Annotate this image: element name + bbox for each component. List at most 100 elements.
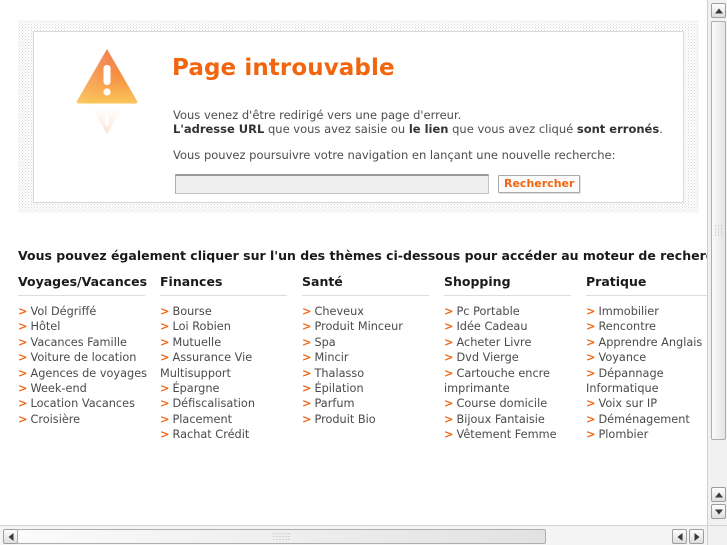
theme-link-label: Vêtement Femme <box>456 428 557 442</box>
theme-link-list: > Immobilier > Rencontre > Apprendre Anglai… <box>586 304 707 443</box>
search-input[interactable] <box>175 174 489 194</box>
list-item[interactable]: > Location Vacances <box>18 396 160 411</box>
list-item[interactable]: > Bijoux Fantaisie <box>444 412 586 427</box>
scroll-down-button[interactable] <box>711 504 726 519</box>
list-item[interactable]: > Placement <box>160 412 302 427</box>
list-item[interactable]: > Agences de voyages <box>18 366 160 381</box>
horizontal-scrollbar[interactable] <box>0 525 707 545</box>
list-item[interactable]: > Déménagement <box>586 412 707 427</box>
list-item[interactable]: > Défiscalisation <box>160 396 302 411</box>
theme-link-label: Idée Cadeau <box>456 320 528 334</box>
theme-link-label: Voyance <box>598 351 647 365</box>
list-item[interactable]: > Vol Dégriffé <box>18 304 160 319</box>
list-item[interactable]: > Rencontre <box>586 319 707 334</box>
chevron-right-icon: > <box>586 428 596 442</box>
list-item[interactable]: > Cheveux <box>302 304 444 319</box>
list-item[interactable]: > Spa <box>302 335 444 350</box>
chevron-right-icon: > <box>586 397 596 411</box>
chevron-right-icon: > <box>444 412 454 426</box>
list-item[interactable]: > Voiture de location <box>18 350 160 365</box>
theme-link-label: Voix sur IP <box>598 397 658 411</box>
list-item[interactable]: > Week-end <box>18 381 160 396</box>
list-item[interactable]: > Hôtel <box>18 319 160 334</box>
theme-column-finances: Finances > Bourse > Loi Robien > Mutuelle >… <box>160 274 302 443</box>
chevron-right-icon: > <box>444 320 454 334</box>
theme-link-label: Parfum <box>314 397 355 411</box>
scroll-up-button[interactable] <box>711 3 726 18</box>
error-panel: Page introuvable Vous venez d'être redir… <box>33 31 684 203</box>
list-item[interactable]: > Mincir <box>302 350 444 365</box>
theme-link-label: Mutuelle <box>172 335 222 349</box>
list-item[interactable]: > Dépannage Informatique <box>586 366 707 397</box>
list-item[interactable]: > Thalasso <box>302 366 444 381</box>
chevron-right-icon: > <box>444 366 454 380</box>
chevron-right-icon: > <box>18 335 28 349</box>
theme-link-label: Bijoux Fantaisie <box>456 412 545 426</box>
triangle-down-icon <box>714 509 723 514</box>
chevron-right-icon: > <box>160 305 170 318</box>
theme-link-label: Course domicile <box>456 397 548 411</box>
scroll-left-button[interactable] <box>3 529 18 544</box>
list-item[interactable]: > Plombier <box>586 427 707 442</box>
triangle-left-icon <box>8 532 13 541</box>
theme-link-label: Assurance Vie Multisupport <box>160 351 253 380</box>
error-bold-erroned: sont erronés <box>576 122 660 136</box>
list-item[interactable]: > Épargne <box>160 381 302 396</box>
list-item[interactable]: > Parfum <box>302 396 444 411</box>
column-divider <box>586 295 707 296</box>
theme-link-label: Hôtel <box>30 320 61 334</box>
triangle-right-icon <box>694 532 699 541</box>
list-item[interactable]: > Vacances Famille <box>18 335 160 350</box>
theme-link-label: Pc Portable <box>456 305 520 318</box>
list-item[interactable]: > Voyance <box>586 350 707 365</box>
theme-column-title: Pratique <box>586 274 647 289</box>
list-item[interactable]: > Voix sur IP <box>586 396 707 411</box>
chevron-right-icon: > <box>444 335 454 349</box>
list-item[interactable]: > Rachat Crédit <box>160 427 302 442</box>
scroll-right-button[interactable] <box>689 529 704 544</box>
list-item[interactable]: > Cartouche encre imprimante <box>444 366 586 397</box>
chevron-right-icon: > <box>160 428 170 442</box>
list-item[interactable]: > Acheter Livre <box>444 335 586 350</box>
list-item[interactable]: > Loi Robien <box>160 319 302 334</box>
chevron-right-icon: > <box>160 320 170 334</box>
error-bold-url: L'adresse URL <box>173 122 265 136</box>
list-item[interactable]: > Apprendre Anglais <box>586 335 707 350</box>
chevron-right-icon: > <box>302 397 312 411</box>
theme-link-label: Déménagement <box>598 412 690 426</box>
list-item[interactable]: > Produit Minceur <box>302 319 444 334</box>
theme-link-label: Produit Minceur <box>314 320 403 334</box>
list-item[interactable]: > Assurance Vie Multisupport <box>160 350 302 381</box>
chevron-right-icon: > <box>586 351 596 365</box>
scrollbar-corner <box>707 525 727 545</box>
list-item[interactable]: > Produit Bio <box>302 412 444 427</box>
list-item[interactable]: > Épilation <box>302 381 444 396</box>
chevron-right-icon: > <box>18 397 28 411</box>
theme-column-voyages-vacances: Voyages/Vacances > Vol Dégriffé > Hôtel > V… <box>18 274 160 443</box>
horizontal-scrollbar-thumb[interactable] <box>17 529 546 544</box>
theme-link-list: > Pc Portable > Idée Cadeau > Acheter Livre… <box>444 304 586 443</box>
list-item[interactable]: > Mutuelle <box>160 335 302 350</box>
theme-link-label: Croisière <box>30 412 81 426</box>
list-item[interactable]: > Bourse <box>160 304 302 319</box>
list-item[interactable]: > Croisière <box>18 412 160 427</box>
scroll-up-button-secondary[interactable] <box>711 487 726 502</box>
vertical-scrollbar-thumb[interactable] <box>711 21 726 440</box>
error-text-2: que vous avez cliqué <box>448 122 577 136</box>
error-message-line-2: L'adresse URL que vous avez saisie ou le… <box>173 122 663 137</box>
vertical-scrollbar[interactable] <box>707 0 727 545</box>
list-item[interactable]: > Immobilier <box>586 304 707 319</box>
list-item[interactable]: > Vêtement Femme <box>444 427 586 442</box>
list-item[interactable]: > Idée Cadeau <box>444 319 586 334</box>
list-item[interactable]: > Dvd Vierge <box>444 350 586 365</box>
search-button[interactable]: Rechercher <box>498 175 581 193</box>
theme-link-list: > Vol Dégriffé > Hôtel > Vacances Famille >… <box>18 304 160 427</box>
scroll-left-button-secondary[interactable] <box>672 529 687 544</box>
list-item[interactable]: > Pc Portable <box>444 304 586 319</box>
chevron-right-icon: > <box>18 305 28 318</box>
chevron-right-icon: > <box>302 382 312 396</box>
theme-link-label: Mincir <box>314 351 349 365</box>
list-item[interactable]: > Course domicile <box>444 396 586 411</box>
triangle-left-icon <box>677 532 682 541</box>
chevron-right-icon: > <box>444 428 454 442</box>
